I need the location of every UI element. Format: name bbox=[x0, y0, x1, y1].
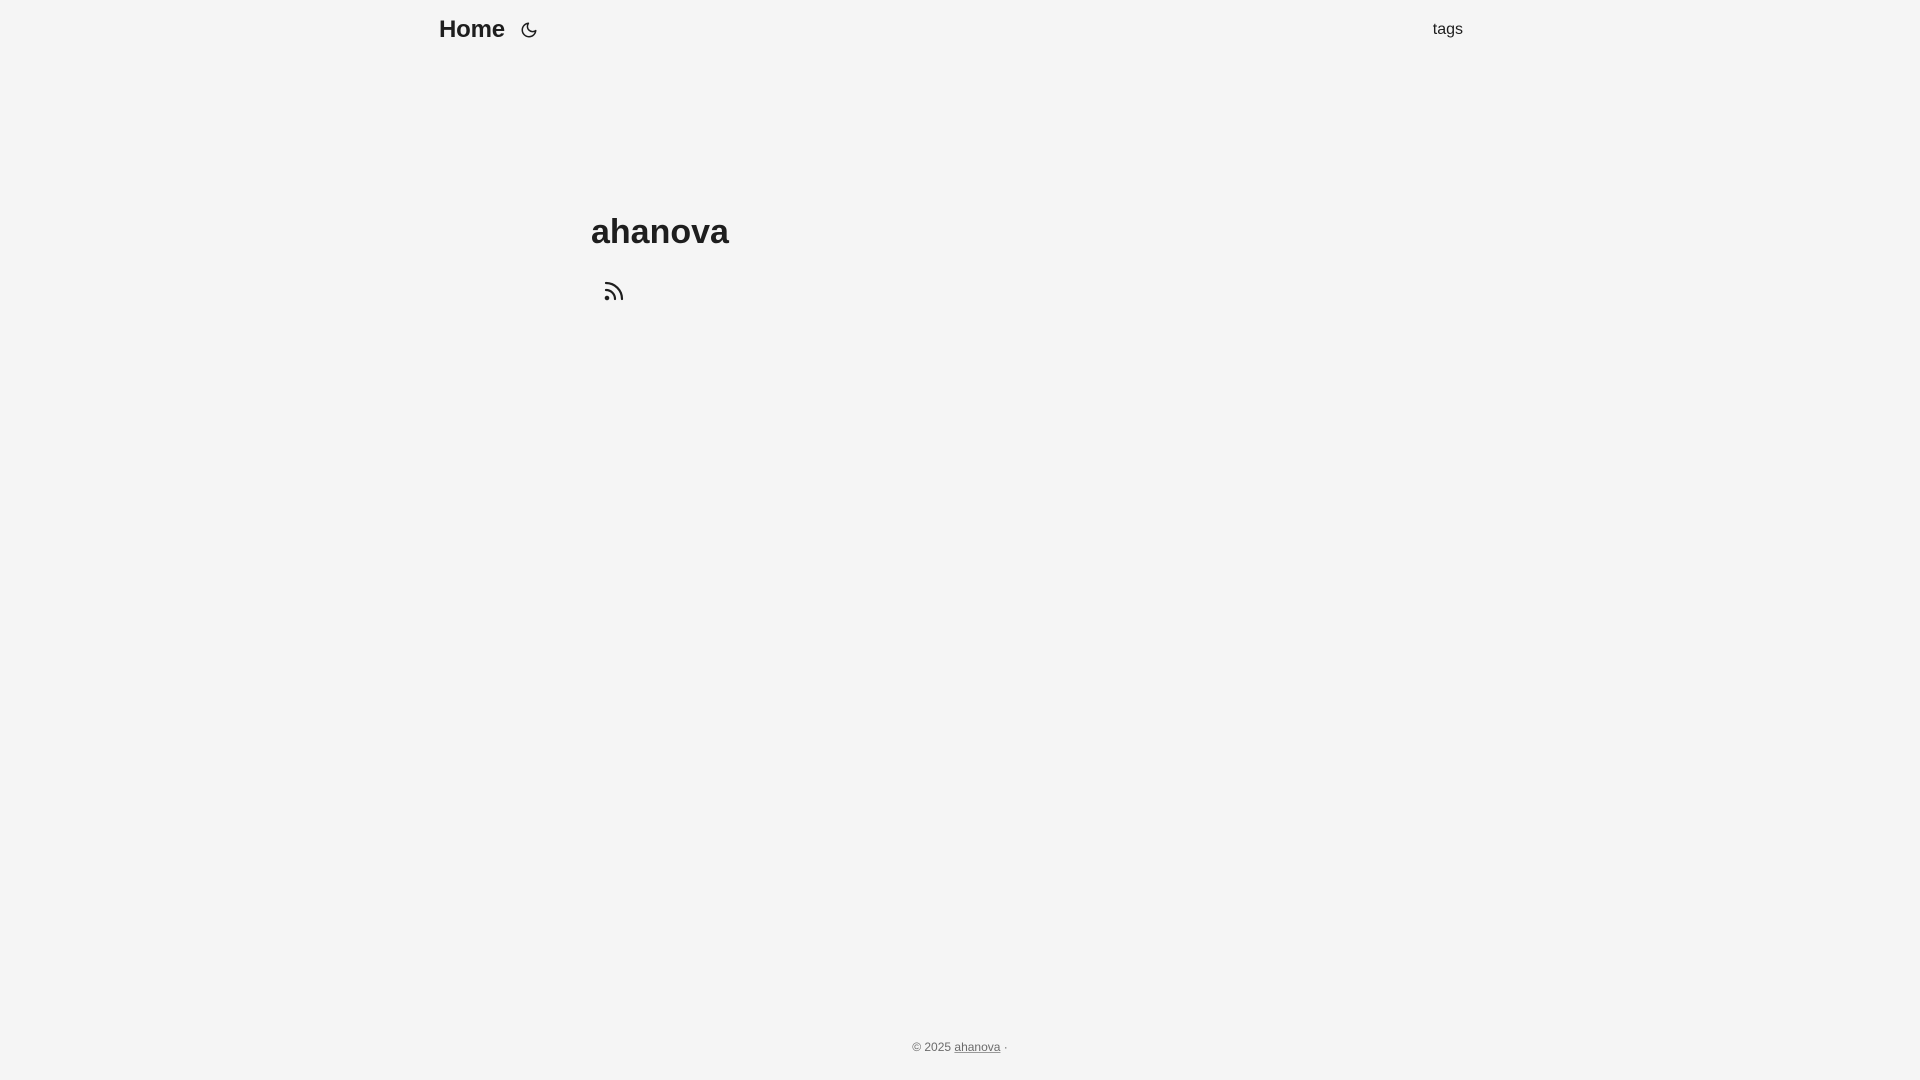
moon-icon[interactable] bbox=[519, 20, 539, 40]
main-menu: tags bbox=[1433, 21, 1463, 39]
author-link[interactable]: ahanova bbox=[954, 1040, 1000, 1054]
page: Home tags ahanova © 2025 ahanova · bbox=[0, 0, 1920, 1080]
profile-section: ahanova bbox=[591, 208, 729, 304]
rss-icon[interactable] bbox=[601, 278, 627, 304]
social-icons bbox=[591, 278, 729, 304]
home-link[interactable]: Home bbox=[439, 16, 505, 44]
copyright-text: © 2025 bbox=[912, 1040, 952, 1054]
menu-item-tags[interactable]: tags bbox=[1433, 21, 1463, 39]
footer-separator: · bbox=[1003, 1040, 1008, 1054]
site-header: Home tags bbox=[439, 0, 1463, 60]
site-footer: © 2025 ahanova · bbox=[0, 1040, 1920, 1054]
logo-group: Home bbox=[439, 16, 539, 44]
profile-title: ahanova bbox=[591, 213, 729, 251]
